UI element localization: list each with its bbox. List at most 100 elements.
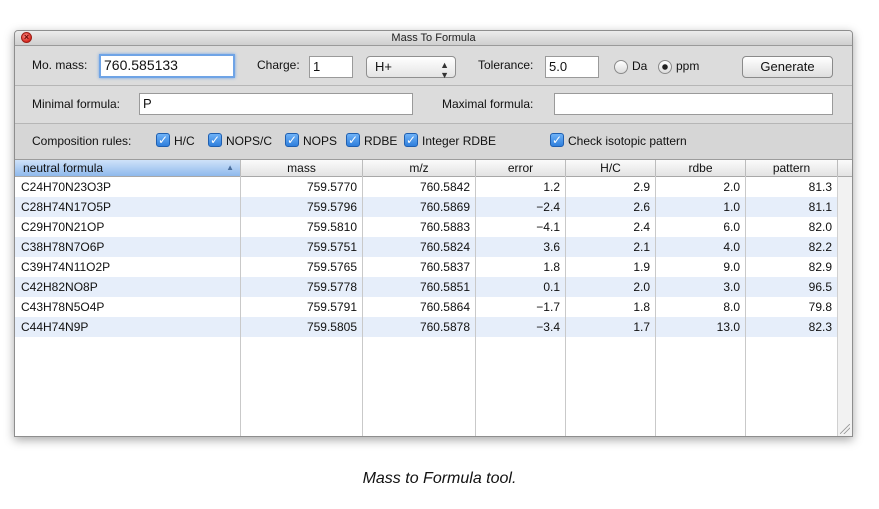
cell-pattern: 79.8: [808, 300, 832, 314]
cell-formula: C39H74N11O2P: [21, 260, 111, 274]
cell-formula: C24H70N23O3P: [21, 180, 112, 194]
vertical-scrollbar[interactable]: [837, 177, 852, 436]
cell-formula: C38H78N7O6P: [21, 240, 105, 254]
cell-pattern: 96.5: [808, 280, 832, 294]
table-row[interactable]: C24H70N23O3P 759.5770 760.5842 1.2 2.9 2.0 81.…: [15, 177, 838, 197]
table-row[interactable]: C42H82NO8P 759.5778 760.5851 0.1 2.0 3.0 96.5: [15, 277, 838, 297]
table-row[interactable]: C44H74N9P 759.5805 760.5878 −3.4 1.7 13.0 82.3: [15, 317, 838, 337]
cell-error: 1.2: [543, 180, 560, 194]
cell-hc: 1.9: [633, 260, 650, 274]
mass-input-row: Mo. mass: 760.585133 Charge: 1 H+ ▲ ▼ Tol…: [15, 46, 852, 86]
column-header-error[interactable]: error: [476, 160, 566, 176]
checkbox-hc[interactable]: ✓: [156, 133, 170, 147]
cell-rdbe: 13.0: [716, 320, 740, 334]
cell-error: 1.8: [543, 260, 560, 274]
maximal-formula-input[interactable]: [554, 93, 833, 115]
results-table: neutral formula ▲ mass m/z error H/C rdb…: [15, 160, 852, 436]
resize-grip-icon[interactable]: [840, 424, 850, 434]
charge-input[interactable]: 1: [309, 56, 353, 78]
table-header: neutral formula ▲ mass m/z error H/C rdb…: [15, 160, 852, 177]
window-title: Mass To Formula: [391, 32, 476, 44]
cell-mz: 760.5842: [419, 180, 470, 194]
cell-mass: 759.5751: [306, 240, 357, 254]
composition-rules-label: Composition rules:: [32, 134, 132, 148]
cell-mass: 759.5778: [306, 280, 357, 294]
checkbox-isotopic-pattern[interactable]: ✓: [550, 133, 564, 147]
checkbox-integer-rdbe-label: Integer RDBE: [422, 134, 497, 148]
column-header-hc[interactable]: H/C: [566, 160, 656, 176]
adduct-select[interactable]: H+ ▲ ▼: [366, 56, 456, 80]
table-row[interactable]: C28H74N17O5P 759.5796 760.5869 −2.4 2.6 1.0 81…: [15, 197, 838, 217]
cell-formula: C42H82NO8P: [21, 280, 98, 294]
column-header-neutral-formula[interactable]: neutral formula ▲: [15, 160, 241, 176]
cell-rdbe: 8.0: [723, 300, 740, 314]
cell-pattern: 81.3: [808, 180, 832, 194]
tolerance-input[interactable]: 5.0: [545, 56, 599, 78]
cell-formula: C43H78N5O4P: [21, 300, 105, 314]
updown-arrows-icon: ▲ ▼: [440, 60, 449, 80]
table-row[interactable]: C29H70N21OP 759.5810 760.5883 −4.1 2.4 6.0 82.…: [15, 217, 838, 237]
mass-to-formula-window: Mass To Formula × Mo. mass: 760.585133 C…: [14, 30, 853, 437]
column-divider: [240, 176, 241, 436]
charge-label: Charge:: [257, 58, 300, 72]
table-row[interactable]: C38H78N7O6P 759.5751 760.5824 3.6 2.1 4.0 82.2: [15, 237, 838, 257]
cell-pattern: 82.9: [808, 260, 832, 274]
cell-mz: 760.5851: [419, 280, 470, 294]
cell-pattern: 82.0: [808, 220, 832, 234]
cell-error: −3.4: [536, 320, 560, 334]
cell-formula: C44H74N9P: [21, 320, 89, 334]
column-header-label: neutral formula: [23, 161, 104, 175]
cell-mz: 760.5878: [419, 320, 470, 334]
cell-error: 0.1: [543, 280, 560, 294]
cell-mz: 760.5837: [419, 260, 470, 274]
cell-mass: 759.5805: [306, 320, 357, 334]
minimal-formula-input[interactable]: P: [139, 93, 413, 115]
radio-da[interactable]: [614, 60, 628, 74]
column-divider: [745, 176, 746, 436]
cell-formula: C28H74N17O5P: [21, 200, 112, 214]
column-header-mz[interactable]: m/z: [363, 160, 476, 176]
checkbox-nops-c-label: NOPS/C: [226, 134, 273, 148]
cell-mass: 759.5810: [306, 220, 357, 234]
checkbox-nops[interactable]: ✓: [285, 133, 299, 147]
cell-mass: 759.5765: [306, 260, 357, 274]
checkbox-rdbe-label: RDBE: [364, 134, 398, 148]
cell-error: −1.7: [536, 300, 560, 314]
checkbox-isotopic-pattern-label: Check isotopic pattern: [568, 134, 687, 148]
cell-mz: 760.5883: [419, 220, 470, 234]
generate-button[interactable]: Generate: [742, 56, 833, 78]
column-divider: [655, 176, 656, 436]
cell-mass: 759.5791: [306, 300, 357, 314]
adduct-value: H+: [375, 59, 392, 74]
checkbox-rdbe[interactable]: ✓: [346, 133, 360, 147]
checkbox-integer-rdbe[interactable]: ✓: [404, 133, 418, 147]
column-divider: [362, 176, 363, 436]
checkbox-nops-c[interactable]: ✓: [208, 133, 222, 147]
title-bar: Mass To Formula ×: [15, 31, 852, 46]
mono-mass-input[interactable]: 760.585133: [99, 54, 235, 78]
table-row[interactable]: C43H78N5O4P 759.5791 760.5864 −1.7 1.8 8.0 79.…: [15, 297, 838, 317]
formula-range-row: Minimal formula: P Maximal formula:: [15, 86, 852, 124]
minimal-formula-label: Minimal formula:: [32, 97, 121, 111]
composition-rules-row: Composition rules: ✓ H/C ✓ NOPS/C ✓ NOPS…: [15, 124, 852, 160]
cell-mz: 760.5824: [419, 240, 470, 254]
column-header-pattern[interactable]: pattern: [746, 160, 838, 176]
table-row[interactable]: C39H74N11O2P 759.5765 760.5837 1.8 1.9 9.0 82.…: [15, 257, 838, 277]
cell-mz: 760.5864: [419, 300, 470, 314]
radio-ppm[interactable]: [658, 60, 672, 74]
cell-mass: 759.5796: [306, 200, 357, 214]
checkbox-nops-label: NOPS: [303, 134, 338, 148]
figure-caption: Mass to Formula tool.: [362, 470, 517, 487]
sort-ascending-icon: ▲: [226, 163, 234, 172]
cell-error: 3.6: [543, 240, 560, 254]
column-divider: [475, 176, 476, 436]
cell-error: −4.1: [536, 220, 560, 234]
column-header-mass[interactable]: mass: [241, 160, 363, 176]
close-icon[interactable]: ×: [21, 32, 32, 43]
cell-hc: 1.7: [633, 320, 650, 334]
tolerance-label: Tolerance:: [478, 58, 534, 72]
cell-rdbe: 3.0: [723, 280, 740, 294]
column-header-rdbe[interactable]: rdbe: [656, 160, 746, 176]
checkbox-hc-label: H/C: [174, 134, 195, 148]
cell-hc: 2.0: [633, 280, 650, 294]
